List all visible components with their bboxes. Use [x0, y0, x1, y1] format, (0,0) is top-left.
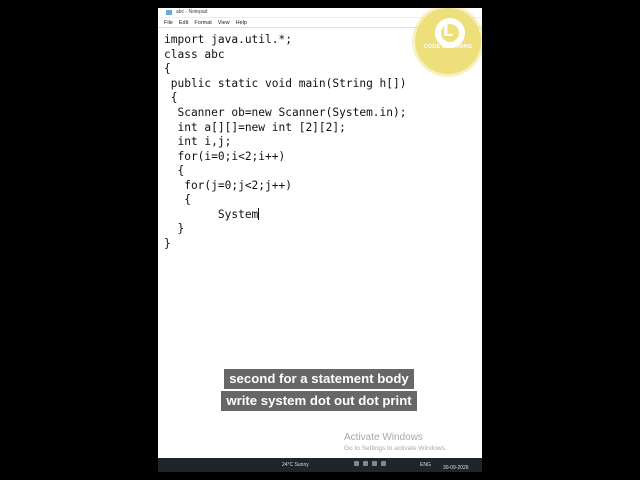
code-line-text: System	[164, 208, 259, 221]
window-title: abc - Notepad	[176, 9, 208, 15]
logo-letter: L	[442, 21, 454, 40]
watermark-subtitle: Go to Settings to activate Windows.	[344, 445, 447, 452]
code-line: class abc	[164, 48, 225, 61]
code-line: }	[164, 237, 171, 250]
code-line: public static void main(String h[])	[164, 77, 407, 90]
menu-view[interactable]: View	[218, 20, 230, 26]
code-line: }	[164, 222, 185, 235]
text-caret	[258, 208, 260, 220]
activate-windows-watermark: Activate Windows Go to Settings to activ…	[344, 432, 447, 452]
weather-widget[interactable]: 24°C Sunny	[282, 462, 309, 468]
code-line: {	[164, 62, 171, 75]
code-line: Scanner ob=new Scanner(System.in);	[164, 106, 407, 119]
logo-text: CODE LEARNING	[423, 44, 473, 50]
system-tray	[354, 461, 386, 466]
menu-file[interactable]: File	[164, 20, 173, 26]
clock-date[interactable]: 30-09-2026	[443, 465, 469, 471]
menu-edit[interactable]: Edit	[179, 20, 188, 26]
code-learning-logo: L CODE LEARNING	[415, 8, 481, 74]
tray-icon[interactable]	[381, 461, 386, 466]
notepad-icon	[166, 10, 172, 15]
code-line: {	[164, 164, 185, 177]
tray-icon[interactable]	[363, 461, 368, 466]
code-line: int i,j;	[164, 135, 232, 148]
code-line: {	[164, 193, 191, 206]
code-line-current: System	[164, 208, 260, 223]
language-indicator[interactable]: ENG	[420, 462, 431, 468]
caption-line: write system dot out dot print	[221, 391, 417, 411]
code-line: {	[164, 91, 178, 104]
tray-icon[interactable]	[372, 461, 377, 466]
tray-icon[interactable]	[354, 461, 359, 466]
code-line: for(i=0;i<2;i++)	[164, 150, 286, 163]
code-line: int a[][]=new int [2][2];	[164, 121, 346, 134]
taskbar: 24°C Sunny ENG 30-09-2026	[158, 458, 482, 472]
menu-help[interactable]: Help	[236, 20, 247, 26]
menu-format[interactable]: Format	[194, 20, 211, 26]
code-line: import java.util.*;	[164, 33, 292, 46]
code-line: for(j=0;j<2;j++)	[164, 179, 292, 192]
video-captions: second for a statement body write system…	[209, 369, 429, 411]
watermark-title: Activate Windows	[344, 432, 423, 443]
caption-line: second for a statement body	[224, 369, 414, 389]
